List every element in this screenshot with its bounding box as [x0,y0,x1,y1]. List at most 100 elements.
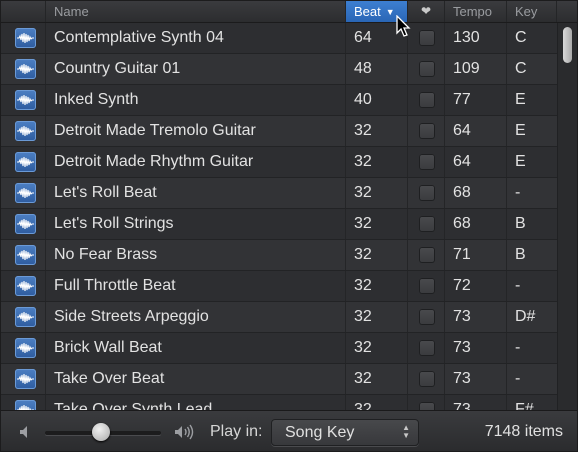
favorite-cell [408,85,445,115]
loop-name: Side Streets Arpeggio [46,302,346,332]
table-row[interactable]: Side Streets Arpeggio 32 73 D# [1,302,561,333]
loop-tempo: 73 [445,302,507,332]
scrollbar-thumb[interactable] [563,27,572,63]
loop-key: E [515,122,526,139]
loop-beats: 32 [346,302,408,332]
loop-browser: Name Beat ▼ ❤ Tempo Key Contemplative Syn… [0,0,578,452]
favorite-checkbox[interactable] [419,30,435,46]
loop-beats: 32 [346,116,408,146]
loop-name: Let's Roll Strings [46,209,346,239]
audio-waveform-icon[interactable] [15,214,36,234]
volume-slider-knob[interactable] [91,423,110,441]
loop-key: F# [515,401,534,410]
table-row[interactable]: Let's Roll Strings 32 68 B [1,209,561,240]
table-row[interactable]: No Fear Brass 32 71 B [1,240,561,271]
favorite-cell [408,395,445,410]
mouse-cursor-icon [396,15,411,37]
header-key[interactable]: Key [507,1,557,22]
table-row[interactable]: Country Guitar 01 48 109 C [1,54,561,85]
audio-waveform-icon[interactable] [15,28,36,48]
row-icon-cell [1,395,46,410]
loop-tempo: 130 [445,23,507,53]
audio-waveform-icon[interactable] [15,369,36,389]
loop-key: B [515,246,526,263]
table-row[interactable]: Inked Synth 40 77 E [1,85,561,116]
header-name[interactable]: Name [46,1,346,22]
loop-name: Let's Roll Beat [46,178,346,208]
favorite-cell [408,116,445,146]
row-icon-cell [1,333,46,363]
audio-waveform-icon[interactable] [15,152,36,172]
favorite-cell [408,364,445,394]
preview-bar: Play in: Song Key ▲ ▼ 7148 items [1,410,577,451]
table-row[interactable]: Contemplative Synth 04 64 130 C [1,23,561,54]
table-row[interactable]: Take Over Synth Lead 32 73 F# [1,395,561,410]
header-key-label: Key [515,4,538,19]
loop-beats: 32 [346,178,408,208]
audio-waveform-icon[interactable] [15,59,36,79]
loop-key: - [515,277,521,294]
header-beat-label: Beat [354,4,381,19]
row-icon-cell [1,209,46,239]
loop-beats: 32 [346,147,408,177]
loop-name: Brick Wall Beat [46,333,346,363]
loop-name: Inked Synth [46,85,346,115]
audio-waveform-icon[interactable] [15,338,36,358]
favorite-checkbox[interactable] [419,185,435,201]
loop-tempo: 73 [445,395,507,410]
table-row[interactable]: Full Throttle Beat 32 72 - [1,271,561,302]
header-name-label: Name [54,4,89,19]
favorite-cell [408,333,445,363]
table-row[interactable]: Brick Wall Beat 32 73 - [1,333,561,364]
loop-key: - [515,184,521,201]
row-icon-cell [1,364,46,394]
table-row[interactable]: Detroit Made Rhythm Guitar 32 64 E [1,147,561,178]
audio-waveform-icon[interactable] [15,245,36,265]
play-in-dropdown[interactable]: Song Key ▲ ▼ [271,419,419,446]
favorite-checkbox[interactable] [419,154,435,170]
favorite-checkbox[interactable] [419,278,435,294]
favorite-checkbox[interactable] [419,92,435,108]
loop-tempo: 73 [445,364,507,394]
heart-icon: ❤ [420,4,432,18]
favorite-checkbox[interactable] [419,247,435,263]
item-count: 7148 items [484,423,563,440]
loop-tempo: 73 [445,333,507,363]
favorite-checkbox[interactable] [419,61,435,77]
loop-key: C [515,60,527,77]
table-row[interactable]: Take Over Beat 32 73 - [1,364,561,395]
vertical-scrollbar[interactable] [557,23,577,410]
loop-tempo: 109 [445,54,507,84]
audio-waveform-icon[interactable] [15,183,36,203]
loop-tempo: 68 [445,209,507,239]
header-favorite[interactable]: ❤ [408,1,445,22]
speaker-low-icon [18,424,34,445]
loop-name: Detroit Made Tremolo Guitar [46,116,346,146]
audio-waveform-icon[interactable] [15,400,36,410]
table-row[interactable]: Let's Roll Beat 32 68 - [1,178,561,209]
audio-waveform-icon[interactable] [15,121,36,141]
favorite-checkbox[interactable] [419,340,435,356]
favorite-checkbox[interactable] [419,216,435,232]
loop-name: No Fear Brass [46,240,346,270]
loop-key: D# [515,308,536,325]
table-row[interactable]: Detroit Made Tremolo Guitar 32 64 E [1,116,561,147]
favorite-cell [408,302,445,332]
favorite-checkbox[interactable] [419,402,435,410]
audio-waveform-icon[interactable] [15,90,36,110]
up-down-chevron-icon: ▲ ▼ [402,423,410,440]
row-icon-cell [1,147,46,177]
row-icon-cell [1,240,46,270]
loop-name: Country Guitar 01 [46,54,346,84]
favorite-checkbox[interactable] [419,123,435,139]
header-tempo-label: Tempo [453,4,493,19]
row-icon-cell [1,178,46,208]
favorite-checkbox[interactable] [419,371,435,387]
favorite-checkbox[interactable] [419,309,435,325]
audio-waveform-icon[interactable] [15,307,36,327]
row-icon-cell [1,23,46,53]
favorite-cell [408,271,445,301]
header-tempo[interactable]: Tempo [445,1,507,22]
audio-waveform-icon[interactable] [15,276,36,296]
favorite-cell [408,147,445,177]
